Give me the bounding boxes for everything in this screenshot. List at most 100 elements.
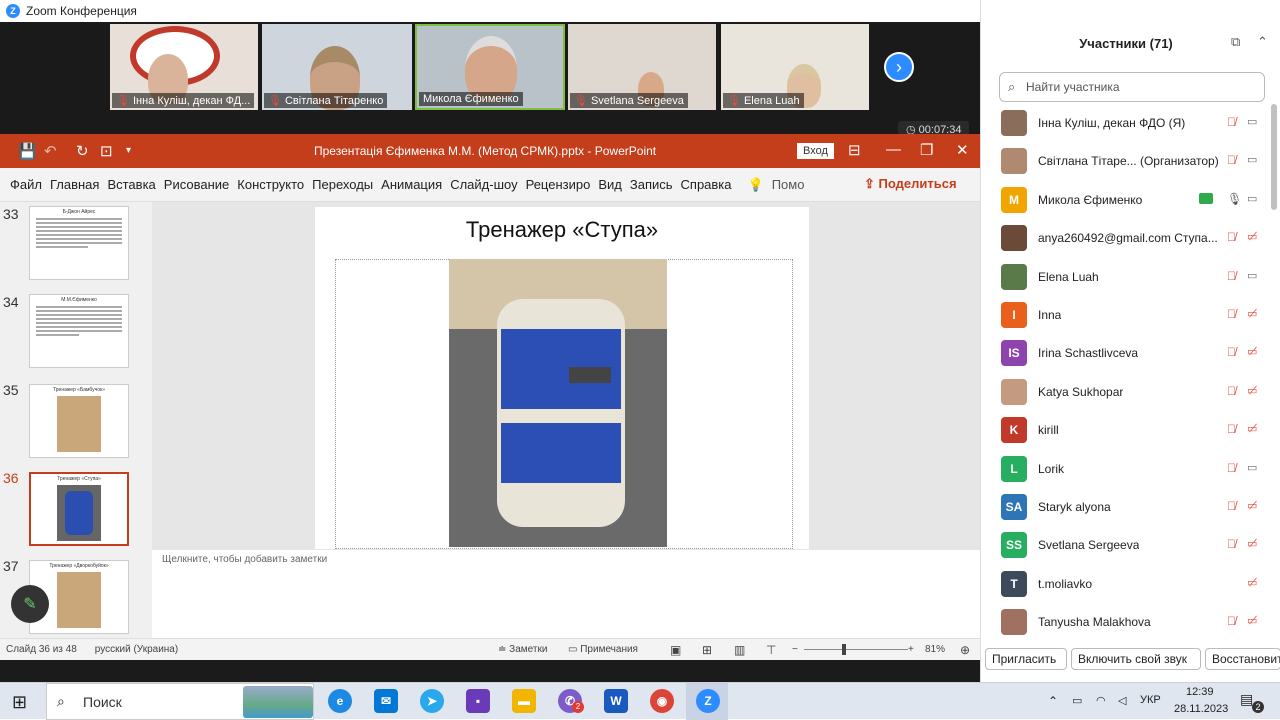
camera-off-icon[interactable]: ▭̸	[1247, 537, 1257, 550]
next-videos-button[interactable]: ›	[884, 52, 914, 82]
camera-icon[interactable]: ▭	[1247, 461, 1257, 474]
zoom-slider[interactable]	[804, 649, 908, 650]
tab-animations[interactable]: Анимация	[381, 177, 442, 192]
undo-icon[interactable]: ↶	[44, 142, 57, 160]
participant-row[interactable]: I Inna 🎙̸ ▭̸	[1001, 296, 1257, 334]
save-icon[interactable]: 💾	[18, 142, 37, 160]
file-explorer-icon[interactable]: ▬	[512, 689, 536, 713]
edge-icon[interactable]: e	[328, 689, 352, 713]
mail-icon[interactable]: ✉	[374, 689, 398, 713]
notes-toggle[interactable]: ≐ Заметки	[498, 644, 547, 655]
chrome-icon[interactable]: ◉	[650, 689, 674, 713]
participant-row[interactable]: anya260492@gmail.com Ступа... 🎙̸ ▭̸	[1001, 219, 1257, 257]
wifi-icon[interactable]: ◠	[1096, 694, 1106, 707]
tab-insert[interactable]: Вставка	[107, 177, 155, 192]
camera-off-icon[interactable]: ▭̸	[1247, 345, 1257, 358]
taskbar-search[interactable]: ⌕ Поиск	[46, 683, 314, 720]
comments-toggle[interactable]: ▭ Примечания	[568, 644, 638, 655]
camera-off-icon[interactable]: ▭̸	[1247, 230, 1257, 243]
normal-view-icon[interactable]: ▣	[670, 643, 681, 657]
camera-off-icon[interactable]: ▭̸	[1247, 576, 1257, 589]
mic-muted-icon[interactable]: 🎙̸	[1227, 614, 1236, 628]
camera-icon[interactable]: ▭	[1247, 115, 1257, 128]
language-indicator[interactable]: УКР	[1140, 694, 1161, 706]
sorter-view-icon[interactable]: ⊞	[702, 643, 712, 657]
save-disk-icon[interactable]: ▪	[466, 689, 490, 713]
slide-thumbnail-selected[interactable]: Тренажер «Ступа»	[29, 472, 129, 546]
slide-thumbnail[interactable]: Тренажер «Бамбучок»	[29, 384, 129, 458]
mic-icon[interactable]: 🎙	[1227, 192, 1242, 206]
zoom-slider-thumb[interactable]	[842, 644, 846, 655]
camera-off-icon[interactable]: ▭̸	[1247, 307, 1257, 320]
mic-muted-icon[interactable]: 🎙̸	[1227, 230, 1236, 244]
reading-view-icon[interactable]: ▥	[734, 643, 745, 657]
mic-muted-icon[interactable]: 🎙̸	[1227, 307, 1236, 321]
participant-row[interactable]: IS Irina Schastlivceva 🎙̸ ▭̸	[1001, 334, 1257, 372]
participant-row[interactable]: Tt.moliavko ▭̸	[1001, 565, 1257, 603]
mic-muted-icon[interactable]: 🎙̸	[1227, 153, 1236, 167]
video-tile[interactable]: 🎙 Інна Куліш, декан ФД...	[110, 24, 258, 110]
slide-thumbnail[interactable]: М.М.Єфименко	[29, 294, 129, 368]
tray-expand-icon[interactable]: ⌃	[1048, 694, 1058, 708]
slide-canvas[interactable]: Тренажер «Ступа»	[315, 207, 809, 549]
word-icon[interactable]: W	[604, 689, 628, 713]
invite-button[interactable]: Пригласить	[985, 648, 1067, 670]
pp-minimize-icon[interactable]: —	[886, 141, 901, 158]
video-tile[interactable]: 🎙 Elena Luah	[721, 24, 869, 110]
tab-file[interactable]: Файл	[10, 177, 42, 192]
camera-icon[interactable]: ▭	[1247, 269, 1257, 282]
mic-muted-icon[interactable]: 🎙̸	[1227, 384, 1236, 398]
windows-start-icon[interactable]: ⊞	[12, 692, 27, 713]
video-tile[interactable]: 🎙 Світлана Тітаренко	[262, 24, 412, 110]
zoom-out-icon[interactable]: −	[792, 644, 798, 655]
tab-transitions[interactable]: Переходы	[312, 177, 373, 192]
participant-row[interactable]: SS Svetlana Sergeeva 🎙̸ ▭̸	[1001, 526, 1257, 564]
tab-help[interactable]: Справка	[681, 177, 732, 192]
camera-off-icon[interactable]: ▭̸	[1247, 614, 1257, 627]
camera-off-icon[interactable]: ▭̸	[1247, 499, 1257, 512]
share-button[interactable]: ⇪ Поделиться	[864, 176, 957, 192]
fit-slide-icon[interactable]: ⊕	[960, 643, 970, 657]
camera-icon[interactable]: ▭	[1247, 192, 1257, 205]
participant-row[interactable]: М Микола Єфименко 🎙 ▭	[1001, 181, 1257, 219]
popout-icon[interactable]: ⧉	[1231, 34, 1240, 50]
camera-off-icon[interactable]: ▭̸	[1247, 422, 1257, 435]
customize-icon[interactable]: ▾	[126, 145, 131, 156]
mic-muted-icon[interactable]: 🎙̸	[1227, 422, 1236, 436]
pp-close-icon[interactable]: ✕	[956, 141, 969, 159]
video-tile-active[interactable]: Микола Єфименко	[415, 24, 565, 110]
tab-review[interactable]: Рецензиро	[526, 177, 591, 192]
tab-slideshow[interactable]: Слайд-шоу	[450, 177, 517, 192]
tab-design[interactable]: Конструкто	[237, 177, 304, 192]
participant-row[interactable]: L Lorik 🎙̸ ▭	[1001, 450, 1257, 488]
mic-muted-icon[interactable]: 🎙̸	[1227, 269, 1236, 283]
redo-icon[interactable]: ↻	[76, 142, 89, 160]
slide-thumbnail[interactable]: Б-Джон Айрес	[29, 206, 129, 280]
scrollbar[interactable]	[1271, 104, 1277, 210]
unmute-self-button[interactable]: Включить свой звук	[1071, 648, 1201, 670]
participant-row[interactable]: SA Staryk alyona 🎙̸ ▭̸	[1001, 488, 1257, 526]
tab-view[interactable]: Вид	[598, 177, 622, 192]
participant-row[interactable]: Світлана Тітаре... (Организатор) 🎙̸ ▭	[1001, 142, 1257, 180]
mic-muted-icon[interactable]: 🎙̸	[1227, 461, 1236, 475]
mic-muted-icon[interactable]: 🎙̸	[1227, 345, 1236, 359]
mic-muted-icon[interactable]: 🎙̸	[1227, 115, 1236, 129]
tab-home[interactable]: Главная	[50, 177, 99, 192]
pp-restore-icon[interactable]: ❐	[920, 141, 933, 159]
participant-row[interactable]: Kkirill 🎙̸ ▭̸	[1001, 411, 1257, 449]
clock-time[interactable]: 12:39	[1186, 686, 1214, 698]
login-button[interactable]: Вход	[797, 143, 834, 159]
participant-row[interactable]: Elena Luah 🎙̸ ▭	[1001, 258, 1257, 296]
language-status[interactable]: русский (Украина)	[95, 644, 178, 655]
zoom-in-icon[interactable]: +	[908, 644, 914, 655]
zoom-level[interactable]: 81%	[925, 644, 945, 655]
mic-muted-icon[interactable]: 🎙̸	[1227, 499, 1236, 513]
camera-off-icon[interactable]: ▭̸	[1247, 384, 1257, 397]
camera-icon[interactable]: ▭	[1247, 153, 1257, 166]
slideshow-view-icon[interactable]: ⊤	[766, 643, 776, 657]
collapse-icon[interactable]: ⌃	[1257, 34, 1268, 50]
zoom-icon[interactable]: Z	[696, 689, 720, 713]
present-icon[interactable]: ⊡	[100, 142, 113, 160]
tab-draw[interactable]: Рисование	[164, 177, 229, 192]
network-icon[interactable]: ▭	[1072, 694, 1082, 707]
